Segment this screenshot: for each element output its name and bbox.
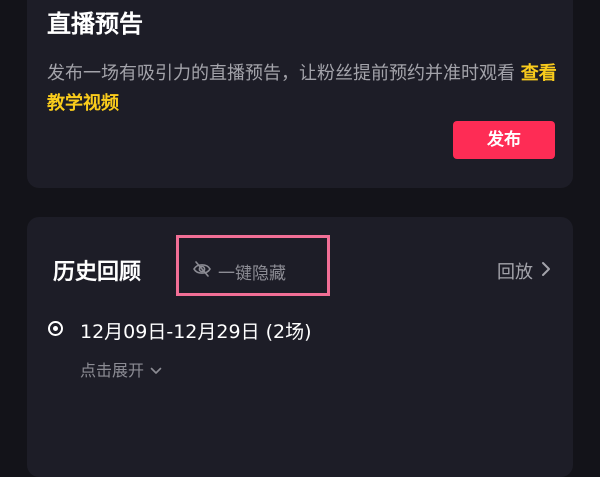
live-preview-description: 发布一场有吸引力的直播预告，让粉丝提前预约并准时观看 查看教学视频: [47, 59, 559, 119]
chevron-right-icon: [533, 261, 551, 282]
live-preview-description-text: 发布一场有吸引力的直播预告，让粉丝提前预约并准时观看: [47, 63, 515, 84]
one-click-hide-button[interactable]: 一键隐藏: [192, 259, 286, 284]
publish-button[interactable]: 发布: [453, 121, 555, 159]
expand-toggle[interactable]: 点击展开: [80, 357, 162, 381]
replay-link[interactable]: 回放: [497, 258, 551, 284]
history-entry-radio[interactable]: [48, 321, 63, 336]
live-preview-card: 直播预告 发布一场有吸引力的直播预告，让粉丝提前预约并准时观看 查看教学视频 发…: [27, 0, 573, 188]
chevron-down-icon: [144, 360, 162, 379]
expand-label: 点击展开: [80, 361, 145, 380]
history-review-card: 历史回顾 一键隐藏 回放 12月09日-12月29日 (2场) 点击展开: [27, 217, 573, 477]
eye-slash-icon: [192, 259, 218, 284]
history-entry-date-range: 12月09日-12月29日 (2场): [80, 321, 312, 343]
one-click-hide-label: 一键隐藏: [218, 264, 286, 284]
history-title: 历史回顾: [53, 260, 142, 285]
replay-label: 回放: [497, 262, 533, 283]
live-preview-title: 直播预告: [47, 10, 143, 38]
